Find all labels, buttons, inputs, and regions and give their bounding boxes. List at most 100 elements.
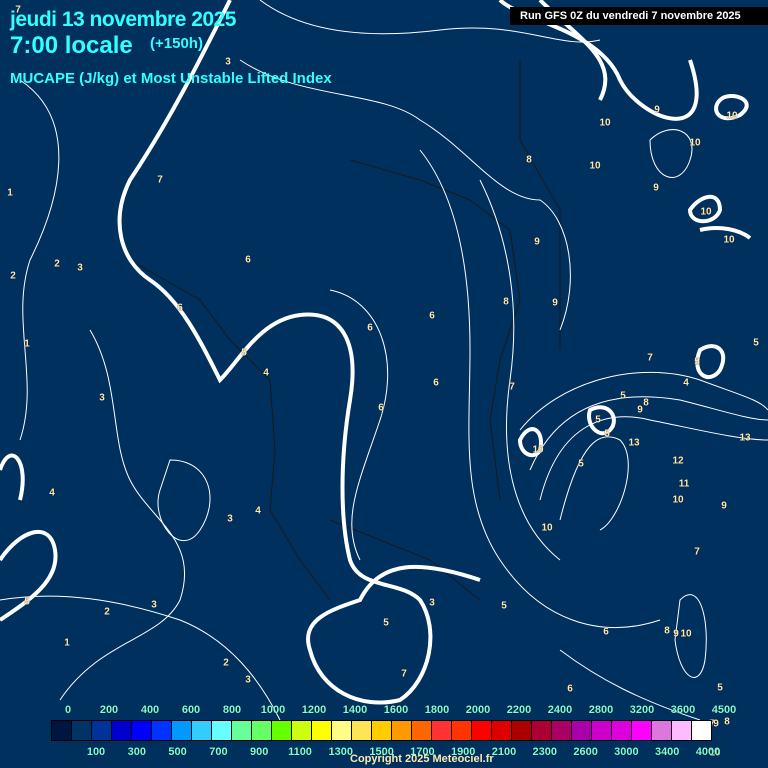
contour-label: 13 <box>628 437 640 449</box>
contour-label: 8 <box>724 716 730 728</box>
legend-bottom-label: 300 <box>127 746 146 758</box>
contour-label: 7 <box>15 4 21 16</box>
contour-label: 6 <box>433 377 439 389</box>
legend-top-label: 1200 <box>301 704 327 716</box>
contour-label: 8 <box>643 397 649 409</box>
contour-label: 8 <box>503 296 509 308</box>
contour-label: 1 <box>24 338 30 350</box>
legend-swatch <box>72 721 92 740</box>
legend-bottom-label: 2600 <box>573 746 598 758</box>
contour-label: 13 <box>739 432 751 444</box>
contour-label: 2 <box>104 606 110 618</box>
legend-swatch <box>172 721 192 740</box>
contour-label: 9 <box>534 236 540 248</box>
contour-label: 10 <box>589 160 601 172</box>
legend-swatch <box>232 721 252 740</box>
contour-label: 9 <box>637 404 643 416</box>
legend-swatch <box>492 721 512 740</box>
contour-label: 4 <box>263 367 269 379</box>
legend-top-label: 1600 <box>383 704 409 716</box>
legend-swatch <box>132 721 152 740</box>
contour-label: 9 <box>653 182 659 194</box>
contour-label: 3 <box>227 513 233 525</box>
legend-swatch <box>52 721 72 740</box>
legend-swatch <box>692 721 711 740</box>
legend-swatch <box>272 721 292 740</box>
legend-bottom-label: 2300 <box>532 746 558 758</box>
legend-swatch <box>312 721 332 740</box>
contour-label: 3 <box>245 674 251 686</box>
copyright: Copyright 2025 Meteociel.fr <box>350 753 494 765</box>
legend-swatch <box>612 721 632 740</box>
contour-label: 10 <box>532 444 544 456</box>
legend-swatch <box>532 721 552 740</box>
legend-swatch <box>472 721 492 740</box>
contour-label: 8 <box>526 154 532 166</box>
contour-label: 4 <box>49 487 55 499</box>
contour-label: 3 <box>99 392 105 404</box>
parameter-title: MUCAPE (J/kg) et Most Unstable Lifted In… <box>10 70 332 87</box>
legend-top-label: 1800 <box>424 704 450 716</box>
legend-swatch <box>192 721 212 740</box>
legend-swatch <box>292 721 312 740</box>
map-canvas <box>0 0 768 721</box>
contour-label: 10 <box>726 110 738 122</box>
legend-swatch <box>352 721 372 740</box>
legend-top-label: 2000 <box>465 704 491 716</box>
contour-label: 1 <box>64 637 70 649</box>
contour-label: 7 <box>401 668 407 680</box>
contour-label: 12 <box>672 455 684 467</box>
legend-swatch <box>412 721 432 740</box>
legend-top-label: 800 <box>222 704 242 716</box>
legend-bottom-label: 2100 <box>491 746 517 758</box>
contour-label: 10 <box>700 206 712 218</box>
legend-bottom-label: 500 <box>168 746 187 758</box>
color-legend <box>51 720 712 741</box>
legend-swatch <box>672 721 692 740</box>
legend-swatch <box>632 721 652 740</box>
contour-label: 7 <box>694 546 700 558</box>
legend-swatch <box>332 721 352 740</box>
contour-label: 7 <box>157 174 163 186</box>
legend-swatch <box>212 721 232 740</box>
contour-label: 5 <box>694 356 700 368</box>
contour-label: 5 <box>753 337 759 349</box>
contour-label: 5 <box>501 600 507 612</box>
contour-label: 6 <box>603 626 609 638</box>
legend-bottom-label: 3400 <box>654 746 680 758</box>
contour-label: 5 <box>620 390 626 402</box>
legend-top-label: 200 <box>99 704 119 716</box>
legend-swatch <box>512 721 532 740</box>
contour-label: 9 <box>654 104 660 116</box>
contour-label: 10 <box>689 137 701 149</box>
legend-top-label: 0 <box>64 704 72 716</box>
contour-label: 7 <box>647 352 653 364</box>
contour-label: 5 <box>241 347 247 359</box>
contour-label: 6 <box>177 302 183 314</box>
legend-swatch <box>92 721 112 740</box>
contour-label: 10 <box>541 522 553 534</box>
contour-label: 5 <box>24 596 30 608</box>
legend-swatch <box>112 721 132 740</box>
contour-label: 2 <box>10 270 16 282</box>
legend-top-label: 400 <box>140 704 160 716</box>
contour-label: 4 <box>255 505 261 517</box>
legend-bottom-label: 4000 <box>695 746 721 758</box>
contour-label: 10 <box>599 117 611 129</box>
legend-swatch <box>152 721 172 740</box>
contour-label: 5 <box>578 458 584 470</box>
contour-label: 3 <box>429 597 435 609</box>
legend-swatch <box>392 721 412 740</box>
contour-label: 2 <box>223 657 229 669</box>
legend-top-label: 2400 <box>547 704 573 716</box>
contour-label: 9 <box>552 297 558 309</box>
legend-swatch <box>372 721 392 740</box>
forecast-time: 7:00 locale <box>10 32 133 59</box>
contour-label: 3 <box>225 56 231 68</box>
run-info: Run GFS 0Z du vendredi 7 novembre 2025 <box>510 7 768 25</box>
contour-label: 6 <box>378 402 384 414</box>
legend-bottom-label: 1100 <box>288 746 312 758</box>
legend-bottom-label: 3000 <box>614 746 639 758</box>
contour-label: 5 <box>383 617 389 629</box>
contour-label: 6 <box>429 310 435 322</box>
